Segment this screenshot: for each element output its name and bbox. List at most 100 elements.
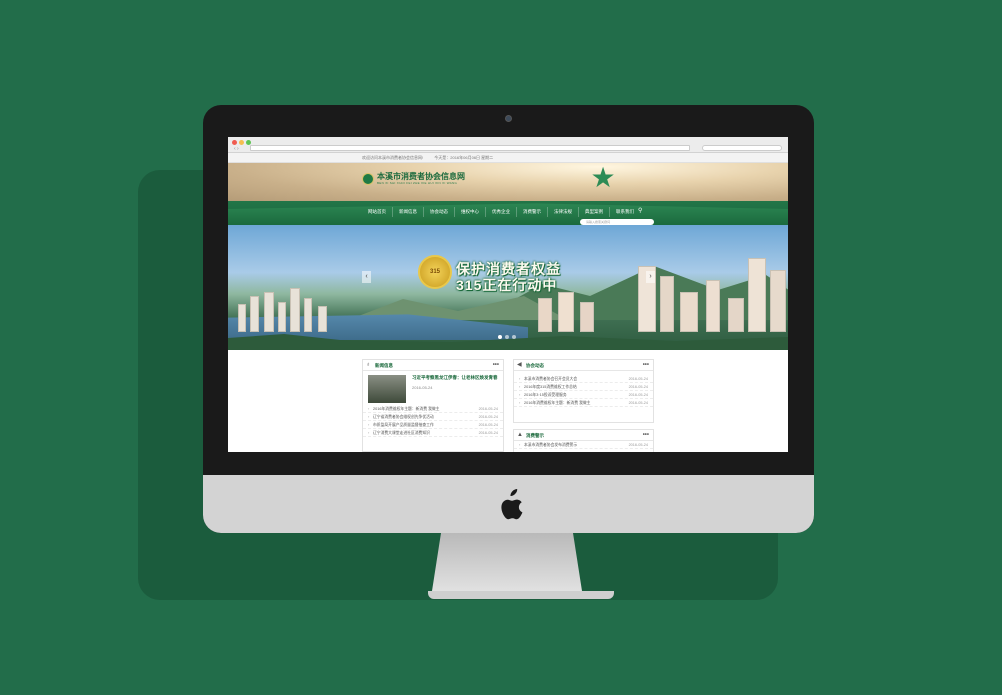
nav-item-laws[interactable]: 法律法规 [547,207,578,217]
list-item[interactable]: 辽宁省消费者协会维权创先争优活动 2016-05-24 [363,413,503,421]
banner-building [318,306,327,332]
banner-prev-button[interactable]: ‹ [362,271,371,283]
list-item[interactable]: 辽宁消费大课堂走进社区消费知识 2016-05-24 [363,429,503,437]
list-item-date: 2016-05-24 [628,401,648,405]
nav-item-companies[interactable]: 优秀企业 [485,207,516,217]
warning-panel-header: ▲ 消费警示 ••• [514,430,653,441]
camera [505,115,512,122]
monitor-stand-neck [432,533,582,591]
list-item-title[interactable]: 2016年消费维权年主题：新消费 我做主 [373,405,439,412]
logo-pinyin: BEN XI SHI XIAO FEI ZHE XIE HUI XIN XI W… [377,181,458,185]
list-item[interactable]: 2016年消费维权年主题：新消费 我做主 2016-05-24 [363,405,503,413]
close-window-button[interactable] [232,140,237,145]
list-item-title[interactable]: 2016年3·15投诉受理服务 [524,391,567,398]
hero-banner: 315 保护消费者权益 315正在行动中 ‹ › [228,225,788,350]
banner-building [304,298,312,332]
pager-dot[interactable] [505,335,509,339]
list-item[interactable]: 本溪市消费者协会召开会员大会 2016-05-24 [514,375,653,383]
content-area: ♁ 新闻信息 ••• 习近平考察黑龙江伊春：让老林区焕发青春 2016-05-2… [228,350,788,452]
pager-dot[interactable] [512,335,516,339]
minimize-window-button[interactable] [239,140,244,145]
list-item-title[interactable]: 市质监局开展产品质量监督抽查工作 [373,421,434,428]
list-item-date: 2016-05-24 [478,415,498,419]
slogan-line-2: 315正在行动中 [456,277,558,293]
main-nav: 网站首页 新闻信息 协会动态 维权中心 优秀企业 消费警示 法律法规 典型案例 … [228,201,788,225]
monitor-stand-foot [428,591,614,599]
nav-items: 网站首页 新闻信息 协会动态 维权中心 优秀企业 消费警示 法律法规 典型案例 … [362,207,640,217]
list-item-title[interactable]: 辽宁消费大课堂走进社区消费知识 [373,429,430,436]
list-item[interactable]: 2016年消费维权年主题：新消费 我做主 2016-05-24 [514,399,653,407]
lightbulb-icon: ♁ [366,362,371,368]
list-item-date: 2016-05-24 [628,385,648,389]
list-item[interactable]: 市质监局开展产品质量监督抽查工作 2016-05-24 [363,421,503,429]
back-forward-icon[interactable]: ‹ › [234,146,239,152]
banner-building [238,304,246,332]
browser-screen: ‹ › 欢迎访问本溪市消费者协会信息网! 今天是：2016年06月06日 星期二… [228,137,788,452]
nav-item-association[interactable]: 协会动态 [423,207,454,217]
megaphone-icon: ◀ [517,362,522,368]
news-panel: ♁ 新闻信息 ••• 习近平考察黑龙江伊春：让老林区焕发青春 2016-05-2… [362,359,504,452]
banner-building [580,302,594,332]
news-panel-title: 新闻信息 [375,363,393,368]
banner-slogan: 保护消费者权益 315正在行动中 [456,261,561,293]
list-item-date: 2016-05-24 [478,423,498,427]
association-panel-header: ◀ 协会动态 ••• [514,360,653,371]
banner-building [728,298,744,332]
list-item-title[interactable]: 2016年度315消费维权工作总结 [524,383,577,390]
nav-item-rights[interactable]: 维权中心 [454,207,485,217]
banner-building [706,280,720,332]
pager-dot-active[interactable] [498,335,502,339]
list-item-title[interactable]: 2016年消费维权年主题：新消费 我做主 [524,399,590,406]
nav-item-warnings[interactable]: 消费警示 [516,207,547,217]
site-topbar: 欢迎访问本溪市消费者协会信息网! 今天是：2016年06月06日 星期二 [228,153,788,163]
site-logo[interactable]: 本溪市消费者协会信息网 BEN XI SHI XIAO FEI ZHE XIE … [362,172,465,185]
warning-more-button[interactable]: ••• [643,430,649,441]
banner-building [558,292,574,332]
news-feature-title[interactable]: 习近平考察黑龙江伊春：让老林区焕发青春 [412,375,498,381]
banner-building [660,276,674,332]
logo-emblem-icon [362,172,374,185]
list-item[interactable]: 本溪市消费者协会发布消费警示 2016-05-24 [514,441,653,449]
list-item-title[interactable]: 辽宁省消费者协会维权创先争优活动 [373,413,434,420]
list-item-title[interactable]: 本溪市消费者协会发布消费警示 [524,441,577,448]
news-feature-image[interactable] [368,375,406,403]
news-feature-date: 2016-05-24 [412,385,433,390]
nav-item-cases[interactable]: 典型案例 [578,207,609,217]
star-emblem-icon: ★ [590,162,616,193]
slogan-line-1: 保护消费者权益 [456,261,561,277]
nav-item-home[interactable]: 网站首页 [362,207,392,217]
warning-triangle-icon: ▲ [517,432,523,438]
list-item-title[interactable]: 本溪市消费者协会召开会员大会 [524,375,577,382]
banner-building [748,258,766,332]
news-feature[interactable]: 习近平考察黑龙江伊春：让老林区焕发青春 2016-05-24 [363,371,503,405]
association-panel-title: 协会动态 [526,363,544,368]
warning-panel-title: 消费警示 [526,433,544,438]
banner-building [770,270,786,332]
list-item[interactable]: 2016年3·15投诉受理服务 2016-05-24 [514,391,653,399]
banner-building [680,292,698,332]
list-item-date: 2016-05-24 [478,407,498,411]
browser-search-bar[interactable] [702,145,782,151]
banner-pager [498,335,519,339]
banner-building [264,292,274,332]
news-feature-text: 习近平考察黑龙江伊春：让老林区焕发青春 2016-05-24 [412,375,498,401]
list-item-date: 2016-05-24 [628,377,648,381]
news-panel-header: ♁ 新闻信息 ••• [363,360,503,371]
welcome-text: 欢迎访问本溪市消费者协会信息网! [362,155,424,160]
search-icon[interactable]: ⚲ [638,207,642,214]
association-more-button[interactable]: ••• [643,360,649,371]
nav-item-news[interactable]: 新闻信息 [392,207,423,217]
warning-panel: ▲ 消费警示 ••• 本溪市消费者协会发布消费警示 2016-05-24 [513,429,654,452]
news-more-button[interactable]: ••• [493,360,499,371]
address-bar[interactable] [250,145,690,151]
browser-toolbar: ‹ › [228,137,788,153]
list-item[interactable]: 2016年度315消费维权工作总结 2016-05-24 [514,383,653,391]
list-item-date: 2016-05-24 [628,443,648,447]
banner-building [538,298,552,332]
banner-next-button[interactable]: › [646,271,655,283]
banner-building [278,302,286,332]
nav-item-contact[interactable]: 联系我们 [609,207,640,217]
list-item-date: 2016-05-24 [478,431,498,435]
logo-title: 本溪市消费者协会信息网 [377,172,465,181]
banner-building [250,296,259,332]
